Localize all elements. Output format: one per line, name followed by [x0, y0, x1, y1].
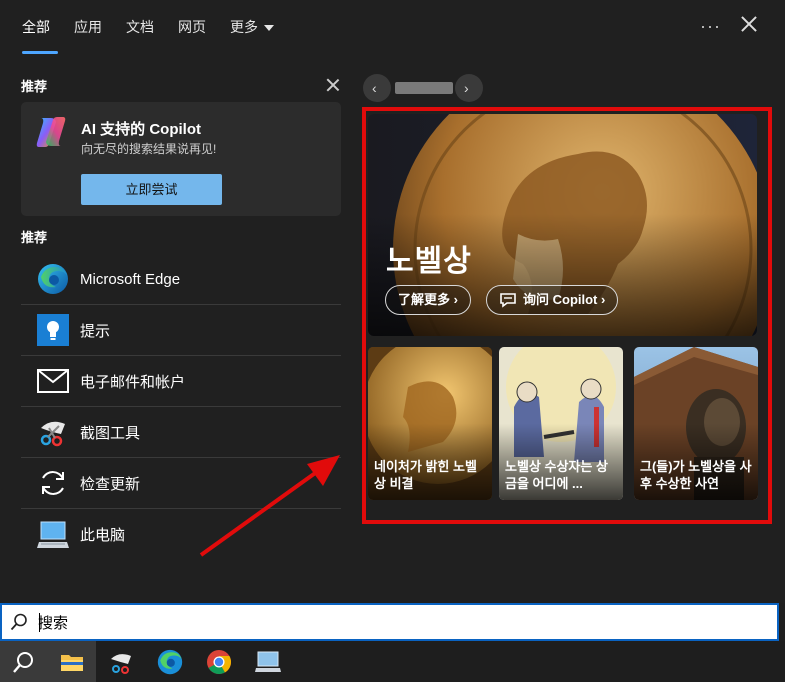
edge-icon	[36, 262, 70, 296]
mail-icon	[36, 364, 70, 398]
ask-copilot-label: 询问 Copilot	[523, 292, 598, 307]
tab-web[interactable]: 网页	[166, 0, 218, 54]
news-card-2[interactable]: 노벨상 수상자는 상금을 어디에 ...	[499, 347, 623, 500]
close-icon[interactable]	[739, 14, 759, 34]
filter-tabs: 全部 应用 文档 网页 更多	[0, 0, 785, 54]
card-caption: 노벨상 수상자는 상금을 어디에 ...	[505, 459, 608, 491]
folder-icon	[61, 654, 83, 671]
edge-icon	[157, 649, 183, 674]
copilot-subtitle: 向无尽的搜索结果说再见!	[81, 142, 217, 156]
copilot-promo-card: AI 支持的 Copilot 向无尽的搜索结果说再见! 立即尝试	[21, 102, 341, 216]
search-box[interactable]	[0, 603, 779, 641]
tips-icon	[36, 313, 70, 347]
annotation-arrow-icon	[199, 455, 340, 557]
snipping-tool-icon	[111, 653, 131, 674]
dismiss-icon[interactable]	[325, 77, 341, 93]
chevron-right-icon: ›	[453, 292, 458, 307]
list-item-label: 电子邮件和帐户	[80, 373, 186, 391]
carousel-controls: ‹ ›	[363, 74, 485, 102]
card-caption: 그(들)가 노벨상을 사후 수상한 사연	[640, 459, 752, 491]
chevron-down-icon	[264, 25, 274, 32]
search-icon	[10, 613, 27, 631]
text-cursor	[39, 613, 40, 632]
carousel-prev-button[interactable]: ‹	[363, 74, 391, 102]
list-item-label: 此电脑	[80, 527, 126, 544]
news-card-1[interactable]: 네이처가 밝힌 노벨상 비결	[368, 347, 492, 500]
ask-copilot-button[interactable]: 询问 Copilot ›	[486, 285, 619, 315]
snipping-tool-icon	[36, 415, 70, 449]
taskbar-file-explorer[interactable]	[48, 641, 96, 682]
list-item-label: 截图工具	[80, 424, 141, 442]
computer-icon	[36, 518, 70, 552]
card-caption: 네이처가 밝힌 노벨상 비결	[374, 459, 477, 491]
list-item-label: 提示	[80, 322, 111, 340]
copilot-icon	[36, 117, 66, 147]
start-search-window: 全部 应用 文档 网页 更多 ··· 推荐 AI 支持的 Copilot 向无尽…	[0, 0, 785, 603]
computer-icon	[255, 651, 281, 672]
tab-documents[interactable]: 文档	[114, 0, 166, 54]
chevron-right-icon: ›	[601, 292, 606, 307]
chat-icon	[500, 293, 516, 308]
search-input[interactable]	[38, 611, 738, 633]
news-card-3[interactable]: 그(들)가 노벨상을 사후 수상한 사연	[634, 347, 758, 500]
recommend-heading: 推荐	[21, 79, 48, 94]
carousel-next-button[interactable]: ›	[455, 74, 483, 102]
taskbar-search-button[interactable]	[0, 641, 48, 682]
tab-more-label: 更多	[230, 19, 258, 35]
taskbar-chrome[interactable]	[195, 641, 243, 682]
chrome-icon	[207, 649, 232, 674]
tab-apps[interactable]: 应用	[62, 0, 114, 54]
taskbar-snipping-tool[interactable]	[98, 641, 146, 682]
refresh-icon	[36, 466, 70, 500]
list-item-label: 检查更新	[80, 475, 141, 493]
learn-more-label: 了解更多	[398, 292, 451, 307]
tab-all[interactable]: 全部	[10, 0, 62, 54]
chevron-left-icon: ‹	[372, 80, 377, 96]
carousel-scroll-indicator[interactable]	[395, 82, 453, 94]
list-item-mail-accounts[interactable]: 电子邮件和帐户	[21, 356, 341, 407]
tab-more[interactable]: 更多	[218, 0, 286, 54]
try-now-button[interactable]: 立即尝试	[81, 174, 222, 205]
list-item-tips[interactable]: 提示	[21, 305, 341, 356]
taskbar-edge[interactable]	[146, 641, 194, 682]
copilot-title: AI 支持的 Copilot	[81, 121, 201, 138]
recommend-heading-2: 推荐	[21, 230, 48, 245]
more-options-button[interactable]: ···	[700, 16, 721, 37]
taskbar-remote-desktop[interactable]	[244, 641, 292, 682]
taskbar	[0, 641, 785, 682]
chevron-right-icon: ›	[464, 80, 469, 96]
list-item-label: Microsoft Edge	[80, 270, 181, 288]
list-item-edge[interactable]: Microsoft Edge	[21, 254, 341, 305]
search-icon	[13, 651, 33, 673]
learn-more-button[interactable]: 了解更多 ›	[385, 285, 471, 315]
hero-title: 노벨상	[386, 245, 472, 278]
